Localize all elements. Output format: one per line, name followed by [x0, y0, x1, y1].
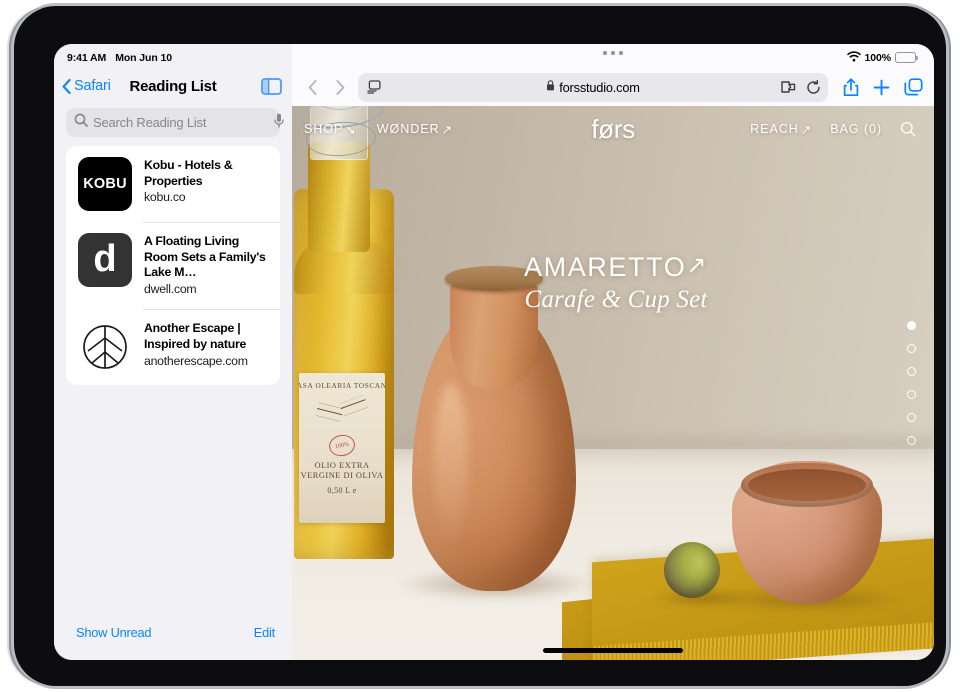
- bottle-label: CASA OLEARIA TOSCANA 100% OLIO EXTRA VER…: [299, 373, 385, 523]
- carousel-dot-1[interactable]: [907, 321, 916, 330]
- list-item[interactable]: d A Floating Living Room Sets a Family's…: [66, 222, 280, 309]
- device-frame: 9:41 AM Mon Jun 10 Safari Reading List S…: [14, 6, 946, 686]
- sidebar-footer: Show Unread Edit: [54, 612, 292, 660]
- carousel-dot-6[interactable]: [907, 436, 916, 445]
- url-text: forsstudio.com: [559, 79, 640, 95]
- list-item-title: Another Escape | Inspired by nature: [144, 321, 247, 351]
- site-icon-dwell: d: [78, 233, 132, 287]
- reading-list-sidebar: 9:41 AM Mon Jun 10 Safari Reading List S…: [54, 44, 292, 660]
- search-icon: [74, 113, 88, 132]
- reload-icon[interactable]: [806, 79, 821, 95]
- list-item-text: Another Escape | Inspired by nature anot…: [144, 320, 269, 369]
- terracotta-carafe: [396, 266, 596, 601]
- carousel-pagination: [907, 321, 916, 445]
- web-content-area: CASA OLEARIA TOSCANA 100% OLIO EXTRA VER…: [292, 106, 934, 660]
- sidebar-navigation-bar: Safari Reading List: [54, 68, 292, 104]
- show-unread-button[interactable]: Show Unread: [76, 625, 152, 640]
- lock-icon: [546, 78, 555, 96]
- hero-subtitle: Carafe & Cup Set: [524, 286, 708, 313]
- back-label: Safari: [74, 78, 111, 94]
- chevron-left-icon: [62, 78, 71, 94]
- bottle-label-seal: 100%: [327, 432, 357, 459]
- list-item[interactable]: Another Escape | Inspired by nature anot…: [66, 309, 280, 385]
- edit-button[interactable]: Edit: [254, 625, 275, 640]
- toolbar-actions: [835, 77, 923, 97]
- nav-link-shop[interactable]: SHOP ↘: [304, 122, 357, 137]
- forward-button[interactable]: [327, 72, 353, 102]
- nav-link-wonder-label: WØNDER: [376, 122, 440, 136]
- leaf-circle-icon: [83, 325, 127, 370]
- list-item-text: Kobu - Hotels & Properties kobu.co: [144, 157, 269, 206]
- nav-link-bag[interactable]: BAG (0): [830, 122, 882, 136]
- search-container: [54, 104, 292, 146]
- plus-icon[interactable]: [873, 79, 890, 96]
- nav-link-bag-label: BAG (0): [830, 122, 882, 136]
- safari-browser-pane: 100% forsstudio.com ASA OLEARIA TOSCAN 1…: [292, 44, 934, 660]
- list-item-url: dwell.com: [144, 282, 197, 297]
- back-button[interactable]: [299, 72, 325, 102]
- home-indicator[interactable]: [543, 648, 683, 653]
- carousel-dot-3[interactable]: [907, 367, 916, 376]
- nav-link-reach-label: REACH: [750, 122, 799, 136]
- search-reading-list-box[interactable]: [66, 108, 284, 137]
- list-item[interactable]: KOBU Kobu - Hotels & Properties kobu.co: [66, 146, 280, 222]
- status-time: 9:41 AM: [67, 52, 107, 64]
- tab-overview-icon[interactable]: [904, 78, 923, 96]
- bottle-label-volume: 0,50 L e: [327, 485, 357, 495]
- site-icon-label: KOBU: [83, 176, 127, 192]
- ipad-screen: 9:41 AM Mon Jun 10 Safari Reading List S…: [54, 44, 934, 660]
- share-icon[interactable]: [843, 77, 859, 97]
- nav-link-shop-label: SHOP: [304, 122, 344, 136]
- microphone-icon[interactable]: [274, 113, 284, 133]
- status-bar: 9:41 AM Mon Jun 10: [54, 44, 292, 68]
- list-item-text: A Floating Living Room Sets a Family's L…: [144, 233, 269, 298]
- address-bar[interactable]: forsstudio.com: [358, 72, 828, 102]
- olive-oil-bottle: CASA OLEARIA TOSCANA 100% OLIO EXTRA VER…: [294, 106, 394, 559]
- terracotta-cup: [710, 461, 906, 612]
- list-item-title: Kobu - Hotels & Properties: [144, 158, 233, 188]
- hero-text-block[interactable]: AMARETTO ↗ Carafe & Cup Set: [524, 254, 708, 314]
- search-icon[interactable]: [900, 121, 916, 137]
- arrow-up-right-icon: ↗: [686, 252, 709, 279]
- browser-toolbar: forsstudio.com: [292, 68, 934, 106]
- carousel-dot-2[interactable]: [907, 344, 916, 353]
- olive-branch-illustration: [313, 394, 371, 434]
- site-icon-kobu: KOBU: [78, 157, 132, 211]
- status-date: Mon Jun 10: [115, 52, 172, 64]
- nav-link-reach[interactable]: REACH ↗: [750, 122, 812, 137]
- hero-banner: CASA OLEARIA TOSCANA 100% OLIO EXTRA VER…: [292, 106, 934, 660]
- reading-list-card: KOBU Kobu - Hotels & Properties kobu.co …: [66, 146, 280, 386]
- address-bar-center: forsstudio.com: [358, 78, 828, 96]
- nav-link-wonder[interactable]: WØNDER ↗: [377, 122, 453, 137]
- carousel-dot-4[interactable]: [907, 390, 916, 399]
- multitask-handle-icon[interactable]: [292, 51, 934, 55]
- extensions-puzzle-icon[interactable]: [780, 80, 797, 95]
- list-item-title: A Floating Living Room Sets a Family's L…: [144, 234, 266, 280]
- browser-status-bar: 100%: [292, 44, 934, 68]
- carousel-dot-5[interactable]: [907, 413, 916, 422]
- address-bar-actions: [780, 79, 821, 95]
- nav-right-group: REACH ↗ BAG (0): [750, 121, 916, 137]
- bottle-label-brand: CASA OLEARIA TOSCANA: [299, 382, 385, 390]
- page-settings-icon[interactable]: [367, 80, 382, 94]
- nav-left-group: SHOP ↘ WØNDER ↗: [304, 122, 453, 137]
- hero-title: AMARETTO: [524, 252, 687, 282]
- site-navigation-header: SHOP ↘ WØNDER ↗ førs REACH ↗ BAG (0): [292, 106, 934, 152]
- back-to-safari-button[interactable]: Safari: [62, 78, 111, 94]
- arrow-up-right-icon: ↗: [800, 122, 813, 137]
- site-icon-another-escape: [78, 320, 132, 375]
- hero-title-row: AMARETTO ↗: [524, 254, 708, 281]
- list-item-url: anotherescape.com: [144, 353, 248, 368]
- search-input[interactable]: [93, 115, 269, 130]
- arrow-up-right-icon: ↗: [441, 122, 453, 137]
- sidebar-toggle-icon[interactable]: [261, 77, 282, 95]
- site-icon-label: d: [93, 237, 117, 280]
- list-item-url: kobu.co: [144, 190, 186, 205]
- arrow-down-right-icon: ↘: [345, 122, 357, 137]
- bottle-label-lines: OLIO EXTRA VERGINE DI OLIVA: [300, 461, 384, 481]
- battery-icon: [895, 52, 918, 63]
